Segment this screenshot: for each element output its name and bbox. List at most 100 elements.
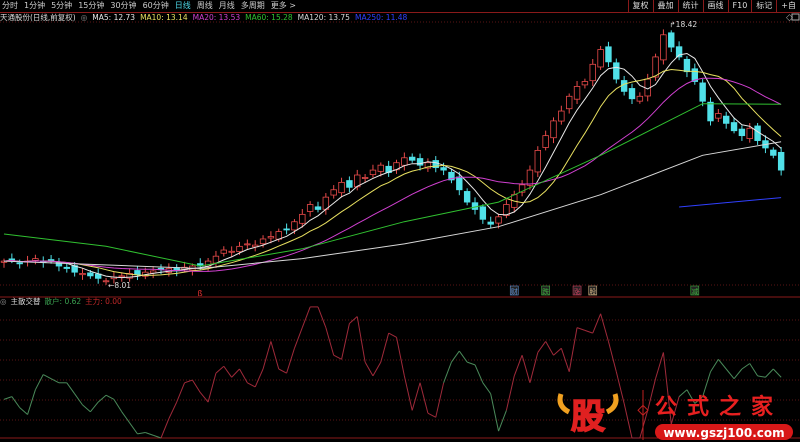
candle-body — [558, 110, 565, 122]
indicator-segment — [278, 368, 287, 374]
indicator-segment — [451, 350, 460, 363]
candle-body — [134, 270, 141, 276]
indicator-segment — [380, 332, 390, 363]
indicator-segment — [772, 368, 782, 378]
indicator-segment — [19, 407, 28, 415]
indicator-segment — [710, 359, 719, 373]
indicator-segment — [725, 368, 735, 379]
indicator-segment — [584, 329, 593, 334]
candle-body — [87, 272, 94, 277]
event-marker-label: 股 — [589, 288, 596, 296]
indicator-segment — [66, 382, 76, 395]
candle-body — [605, 46, 612, 63]
candle-body — [479, 206, 487, 220]
indicator-segment — [74, 393, 83, 406]
candle-body — [487, 221, 494, 225]
candle-body — [620, 80, 628, 92]
high-label: ↱18.42 — [669, 20, 697, 29]
indicator-segment — [466, 361, 476, 366]
indicator-segment — [576, 327, 586, 331]
candle-body — [314, 206, 322, 210]
indicator-segment — [349, 316, 358, 324]
candle-body — [267, 236, 275, 239]
indicator-segment — [105, 394, 115, 400]
indicator-segment — [396, 337, 405, 376]
candle-body — [707, 101, 714, 122]
indicator-segment — [82, 404, 91, 413]
indicator-segment — [231, 368, 240, 378]
svg-text:www.gszj100.com: www.gszj100.com — [663, 426, 784, 440]
candle-body — [668, 32, 675, 48]
settings-icon[interactable]: ◎ — [0, 297, 7, 307]
indicator-segment — [215, 365, 225, 374]
candle-body — [715, 113, 722, 119]
indicator-segment — [270, 341, 280, 370]
candle-body — [746, 127, 753, 139]
candle-body — [228, 250, 235, 253]
event-marker-label: 跌 — [542, 287, 549, 296]
indicator-segment — [239, 368, 248, 384]
candle-body — [8, 258, 16, 261]
candle-body — [306, 204, 314, 212]
indicator-segment — [184, 379, 193, 384]
indicator-segment — [482, 382, 492, 395]
candle-body — [361, 177, 369, 179]
indicator-segment — [545, 341, 554, 356]
indicator-segment — [592, 313, 602, 334]
indicator-segment — [50, 378, 60, 384]
candle-body — [79, 273, 86, 276]
indicator-segment — [191, 379, 201, 393]
indicator-segment — [121, 411, 131, 424]
candle-body — [534, 150, 541, 173]
indicator-segment — [655, 352, 664, 379]
svg-text:股: 股 — [571, 397, 605, 437]
indicator-segment — [757, 375, 766, 378]
candle-body — [220, 249, 227, 254]
indicator-segment — [560, 348, 570, 372]
candle-body — [63, 266, 70, 269]
candle-body — [463, 191, 471, 203]
candle-body — [777, 151, 785, 171]
indicator-segment — [733, 368, 743, 379]
indicator-segment — [356, 316, 366, 363]
indicator-segment — [600, 313, 609, 342]
ma10-line — [3, 68, 782, 276]
indicator-segment — [513, 355, 523, 377]
candle-body — [566, 95, 573, 110]
candle-body — [597, 49, 604, 68]
candle-body — [338, 181, 345, 194]
candle-body — [660, 34, 667, 61]
indicator-segment — [537, 341, 547, 353]
indicator-segment — [247, 382, 256, 388]
indicator-segment — [199, 392, 209, 403]
candle-body — [770, 149, 777, 156]
candle-body — [330, 189, 337, 196]
kline-chart[interactable]: ◇↱18.42←8.01财跌涨股减ß — [0, 0, 800, 442]
ma60-line — [3, 103, 782, 267]
candle-body — [573, 86, 581, 100]
indicator-segment — [419, 382, 429, 414]
indicator-segment — [490, 393, 500, 432]
indicator-segment — [717, 359, 727, 370]
indicator-segment — [27, 389, 36, 415]
indicator-segment — [498, 410, 507, 432]
watermark-logo: 股 公式之家 www.gszj100.com — [555, 382, 800, 442]
candle-body — [440, 167, 447, 171]
indicator-segment — [607, 341, 617, 372]
indicator-segment — [89, 401, 99, 413]
indicator-segment — [325, 327, 335, 356]
ma250-line — [679, 197, 782, 208]
indicator-segment — [113, 399, 123, 413]
event-marker-label: 涨 — [574, 287, 581, 296]
candle-body — [683, 58, 691, 73]
ma5-line — [3, 52, 782, 279]
indicator-segment — [341, 323, 350, 360]
candle-body — [32, 258, 39, 261]
candle-body — [581, 81, 589, 86]
candle-body — [589, 63, 596, 82]
event-marker-label: 减 — [691, 287, 698, 296]
ma20-line — [3, 77, 782, 272]
candle-body — [16, 262, 23, 265]
indicator-segment — [160, 418, 170, 439]
indicator-segment — [207, 373, 217, 403]
